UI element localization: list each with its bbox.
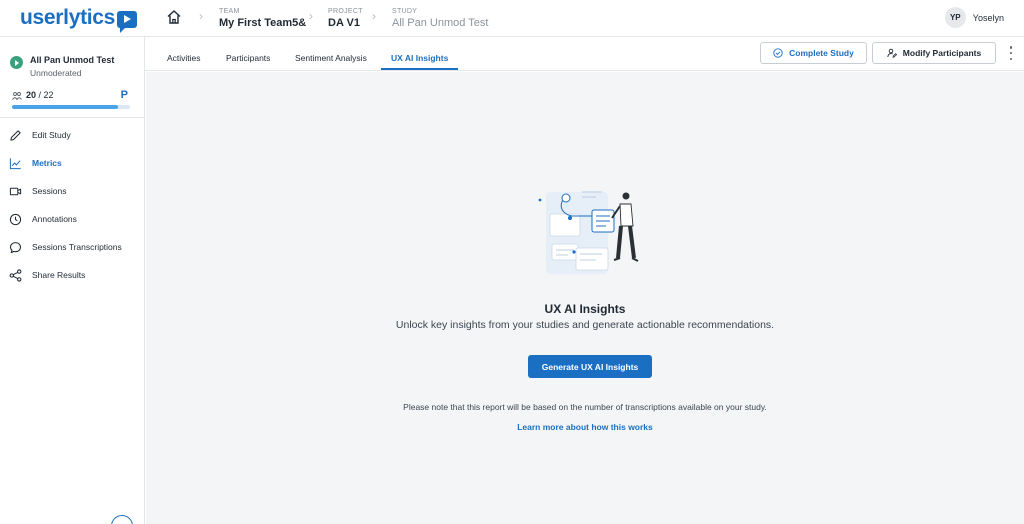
sidebar-item-share-results[interactable]: Share Results [0,261,144,289]
progress-bar [12,105,130,109]
sidebar-item-metrics[interactable]: Metrics [0,149,144,177]
breadcrumb-project-value: DA V1 [328,17,360,29]
chevron-right-icon: › [199,9,203,23]
tab-activities[interactable]: Activities [167,53,201,63]
participants-done: 20 [26,90,37,100]
complete-study-button[interactable]: Complete Study [760,42,867,64]
breadcrumb-study-value: All Pan Unmod Test [392,17,489,29]
user-edit-icon [887,48,897,58]
sidebar-item-label: Sessions Transcriptions [32,242,122,252]
sidebar-item-sessions[interactable]: Sessions [0,177,144,205]
chat-bubble-icon [9,241,22,253]
userlytics-logo[interactable]: userlytics [20,6,138,33]
breadcrumb-study: STUDY All Pan Unmod Test [392,7,488,30]
breadcrumb-project-label: PROJECT [328,8,363,15]
participants-count: 20 / 22 [26,90,54,100]
breadcrumb-team[interactable]: TEAM My First Team5& [219,7,306,30]
sidebar-item-label: Annotations [32,214,77,224]
study-type: Unmoderated [30,68,82,78]
insights-illustration [538,191,639,274]
tab-ux-ai-insights[interactable]: UX AI Insights [391,53,448,63]
top-bar: userlytics › TEAM My First Team5& › PROJ… [0,0,1024,37]
sidebar-item-annotations[interactable]: Annotations [0,205,144,233]
generate-insights-button[interactable]: Generate UX AI Insights [528,355,652,378]
sidebar: All Pan Unmod Test Unmoderated 20 / 22 P… [0,37,145,524]
active-tab-indicator [381,68,458,70]
chart-line-icon [9,157,21,169]
more-options-icon[interactable] [1007,46,1015,60]
participants-progress: 20 / 22 P [12,89,130,102]
sidebar-item-sessions-transcriptions[interactable]: Sessions Transcriptions [0,233,144,261]
breadcrumb-study-label: STUDY [392,8,418,15]
breadcrumb-project[interactable]: PROJECT DA V1 [328,7,363,30]
modify-participants-button[interactable]: Modify Participants [872,42,996,64]
user-menu[interactable]: YP Yoselyn [944,7,1004,28]
check-circle-icon [773,48,783,58]
sidebar-item-label: Share Results [32,270,86,280]
main-content: UX AI Insights Unlock key insights from … [146,72,1024,524]
sidebar-item-edit-study[interactable]: Edit Study [0,121,144,149]
play-status-icon [10,56,23,69]
insights-title: UX AI Insights [544,302,626,316]
tabs-bar: Activities Participants Sentiment Analys… [145,37,1024,71]
sidebar-item-label: Edit Study [32,130,71,140]
learn-more-link[interactable]: Learn more about how this works [146,422,1024,432]
plan-badge: P [120,89,128,101]
sidebar-item-label: Sessions [32,186,67,196]
pencil-icon [10,129,21,141]
logo-play-icon [117,10,138,33]
participants-total: / 22 [38,90,54,100]
insights-subtitle: Unlock key insights from your studies an… [395,319,775,331]
avatar: YP [944,7,966,28]
participants-icon [12,92,22,102]
share-icon [9,268,22,282]
modify-participants-label: Modify Participants [902,48,982,58]
transcriptions-note: Please note that this report will be bas… [403,402,767,412]
sidebar-item-label: Metrics [32,158,62,168]
logo-text: userlytics [20,6,116,29]
sidebar-nav: Edit Study Metrics Sessions Annotations … [0,121,144,289]
tab-participants[interactable]: Participants [226,53,270,63]
chevron-right-icon: › [372,9,376,23]
clock-icon [9,213,22,225]
user-name: Yoselyn [972,12,1004,23]
collapse-sidebar-button[interactable] [111,515,133,524]
breadcrumb-team-value: My First Team5& [219,17,307,29]
tab-sentiment-analysis[interactable]: Sentiment Analysis [295,53,367,63]
breadcrumb-team-label: TEAM [219,8,240,15]
progress-bar-fill [12,105,119,109]
chevron-right-icon: › [309,9,313,23]
video-camera-icon [9,187,22,195]
complete-study-label: Complete Study [789,48,854,58]
home-icon[interactable] [166,9,182,25]
study-name: All Pan Unmod Test [30,55,115,65]
divider [0,117,144,118]
